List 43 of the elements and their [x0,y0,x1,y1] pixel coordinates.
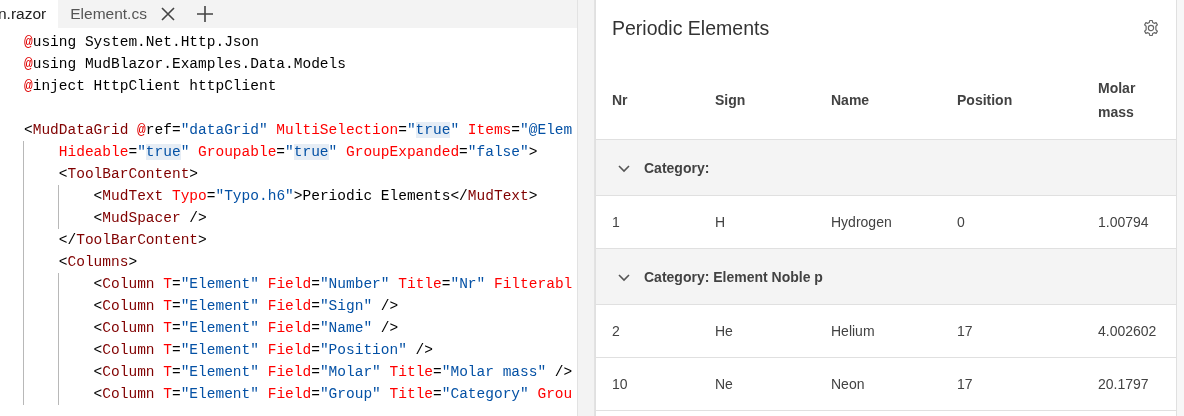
code-line: <Column T="Element" Field="Sign" /> [92,298,399,314]
column-header[interactable]: Sign [715,87,831,112]
table-cell-text: 4.002602 [1098,323,1158,339]
column-header[interactable]: Nr [612,87,715,112]
new-tab-icon[interactable] [196,6,213,22]
group-header[interactable]: Category: Element Noble p [596,249,1176,305]
table-cell-text: Ne [715,376,734,392]
table-cell-text: 10 [612,376,629,392]
table-cell-text: 2 [612,323,621,339]
column-header[interactable]: Name [831,87,957,112]
table-cell-text: Neon [831,376,866,392]
column-header[interactable]: Position [957,87,1098,112]
table-cell-text: 1.00794 [1098,214,1150,230]
code-line: <MudSpacer /> [92,210,207,226]
code-line: <Column T="Element" Field="Position" /> [92,342,434,358]
table-cell-text: 17 [957,323,974,339]
table-cell-text: 20.1797 [1098,376,1150,392]
close-icon[interactable] [160,7,175,21]
table-cell-text: 17 [957,376,974,392]
code-line: <MudText Typo="Typo.h6">Periodic Elements</MudText> [92,188,538,204]
code-line: <Column T="Element" Field="Molar" Title="Molar mass" /> [92,364,573,380]
code-line: <ToolBarContent> [57,166,199,182]
table-cell-text: 1 [612,214,621,230]
file-tab[interactable]: Element.cs [58,0,187,28]
table-cell-text: Hydrogen [831,214,893,230]
table-cell-text: He [715,323,734,339]
code-line: <Column T="Element" Field="Number" Title="Nr" Filterabl [92,276,573,292]
code-line: <Column T="Element" Field="Name" /> [92,320,399,336]
column-header[interactable]: Molar mass [1098,75,1176,124]
code-line: @using System.Net.Http.Json [24,34,259,50]
group-header[interactable]: Category: [596,140,1176,196]
table-cell-text: H [715,214,727,230]
grid-title: Periodic Elements [612,16,770,40]
table-cell-text: Helium [831,323,876,339]
table-cell-text: 0 [957,214,966,230]
code-line: <Columns> [57,254,138,270]
code-line: <Column T="Element" Field="Group" Title="Category" Grou [92,386,573,402]
code-line: @inject HttpClient httpClient [24,78,277,94]
settings-icon[interactable] [1142,19,1160,37]
code-line: Hideable="true" Groupable="true" GroupExpanded="false"> [57,144,538,160]
code-line: </ToolBarContent> [57,232,207,248]
code-line: @using MudBlazor.Examples.Data.Models [24,56,346,72]
code-line: <MudDataGrid @ref="dataGrid" MultiSelection="true" Items="@Elem [24,122,573,138]
